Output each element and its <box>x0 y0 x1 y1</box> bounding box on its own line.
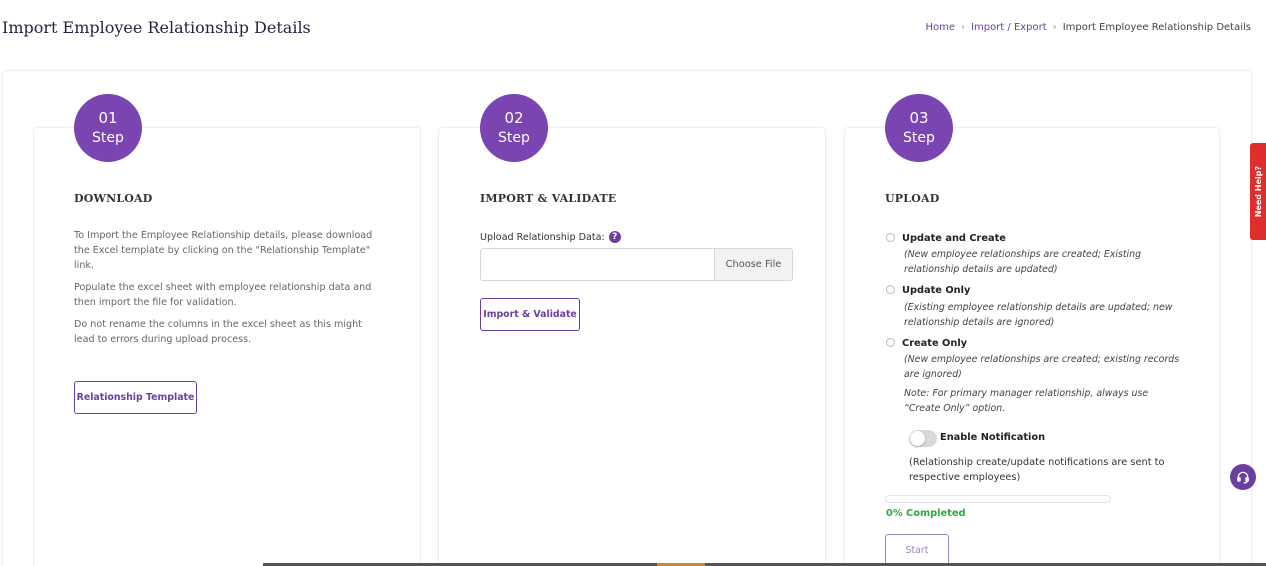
download-instructions-1: To Import the Employee Relationship deta… <box>74 230 373 271</box>
step-badge-1: 01 Step <box>74 94 142 162</box>
page-title: Import Employee Relationship Details <box>2 18 311 37</box>
step-label: Step <box>498 130 530 146</box>
step-badge-2: 02 Step <box>480 94 548 162</box>
section-heading-import-validate: IMPORT & VALIDATE <box>480 192 617 205</box>
breadcrumb-import-export[interactable]: Import / Export <box>971 22 1047 33</box>
section-heading-upload: UPLOAD <box>885 192 940 205</box>
section-heading-download: DOWNLOAD <box>74 192 153 205</box>
breadcrumb: Home › Import / Export › Import Employee… <box>926 22 1252 33</box>
option-title-update-only: Update Only <box>902 285 971 296</box>
support-headset-button[interactable] <box>1230 464 1256 490</box>
upload-progress-bar <box>885 495 1111 503</box>
option-desc-update-and-create: (New employee relationships are created;… <box>904 249 1142 275</box>
start-button[interactable]: Start <box>885 534 949 566</box>
radio-update-only[interactable] <box>886 285 895 294</box>
step-number: 01 <box>98 109 118 127</box>
import-validate-button[interactable]: Import & Validate <box>480 298 580 331</box>
chevron-right-icon: › <box>961 22 966 33</box>
radio-update-and-create[interactable] <box>886 233 895 242</box>
breadcrumb-current: Import Employee Relationship Details <box>1062 22 1251 33</box>
toggle-knob <box>910 431 925 446</box>
step-number: 02 <box>504 109 524 127</box>
help-icon[interactable]: ? <box>608 231 621 243</box>
file-input[interactable]: Choose File <box>480 248 793 281</box>
progress-text: 0% Completed <box>886 508 966 519</box>
option-title-create-only: Create Only <box>902 338 968 349</box>
relationship-template-button[interactable]: Relationship Template <box>74 381 197 414</box>
upload-relationship-label: Upload Relationship Data: ? <box>480 231 621 243</box>
enable-notification-toggle[interactable] <box>909 430 937 447</box>
need-help-label: Need Help? <box>1253 165 1263 218</box>
choose-file-button[interactable]: Choose File <box>714 249 792 280</box>
step-badge-3: 03 Step <box>885 94 953 162</box>
option-desc-update-only: (Existing employee relationship details … <box>904 302 1173 328</box>
radio-create-only[interactable] <box>886 338 895 347</box>
need-help-tab[interactable]: Need Help? <box>1250 143 1266 240</box>
download-instructions-2: Populate the excel sheet with employee r… <box>74 282 372 308</box>
enable-notification-label: Enable Notification <box>940 432 1046 443</box>
headset-icon <box>1237 471 1249 484</box>
chevron-right-icon: › <box>1052 22 1057 33</box>
step-label: Step <box>903 130 935 146</box>
step-number: 03 <box>909 109 929 127</box>
option-desc-create-only: (New employee relationships are created;… <box>904 354 1180 380</box>
primary-manager-note: Note: For primary manager relationship, … <box>904 388 1149 414</box>
notification-note: (Relationship create/update notification… <box>909 457 1165 483</box>
step-label: Step <box>92 130 124 146</box>
upload-label-text: Upload Relationship Data: <box>480 231 605 243</box>
option-title-update-and-create: Update and Create <box>902 233 1006 244</box>
download-instructions-3: Do not rename the columns in the excel s… <box>74 319 362 345</box>
breadcrumb-home[interactable]: Home <box>926 22 956 33</box>
